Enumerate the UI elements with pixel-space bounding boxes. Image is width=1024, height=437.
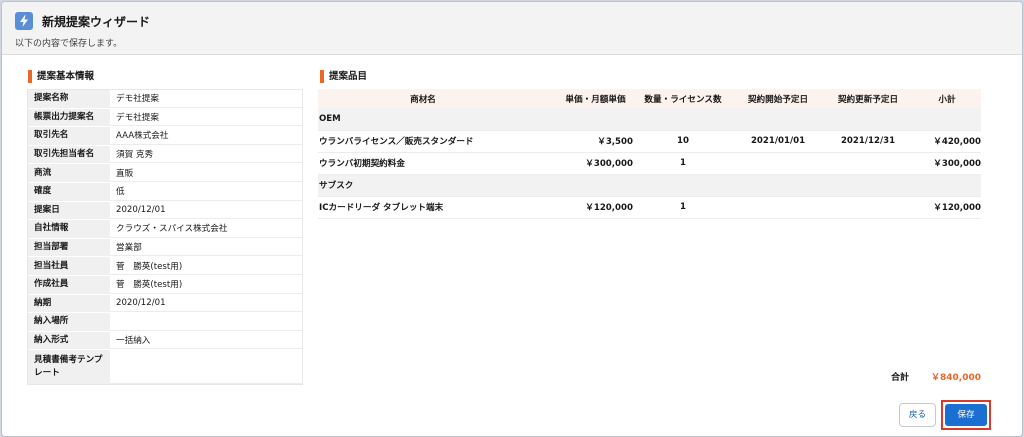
info-value: 一括納入 [110, 332, 302, 350]
items-header-row: 商材名 単価・月額単価 数量・ライセンス数 契約開始予定日 契約更新予定日 小計 [318, 89, 981, 108]
info-value [110, 350, 302, 385]
info-label: 納入形式 [28, 331, 110, 350]
item-price: ￥3,500 [528, 130, 633, 153]
item-row: ICカードリーダ タブレット端末 ￥120,000 1 ￥120,000 [318, 196, 981, 219]
item-subtotal: ￥420,000 [913, 130, 981, 153]
group-name: OEM [318, 108, 981, 131]
info-value: 菅 勝英(test用) [110, 257, 302, 275]
info-label: 提案日 [28, 201, 110, 220]
col-header-renew: 契約更新予定日 [823, 89, 913, 108]
item-qty: 1 [633, 196, 733, 219]
info-label: 取引先名 [28, 127, 110, 145]
item-row: ウランバライセンス／販売スタンダード ￥3,500 10 2021/01/01 2021… [318, 130, 981, 153]
item-start-date [733, 152, 823, 175]
info-value: 直販 [110, 164, 302, 182]
wizard-header: 新規提案ウィザード 以下の内容で保存します。 [2, 2, 1022, 55]
info-label: 作成社員 [28, 275, 110, 294]
total-label: 合計 [891, 373, 910, 383]
lightning-icon [15, 12, 33, 30]
wizard-title: 新規提案ウィザード [42, 15, 151, 29]
info-row: 納入場所 [28, 313, 302, 332]
info-value: 2020/12/01 [110, 202, 302, 220]
info-row: 見積書備考テンプレート [28, 350, 302, 385]
info-value: 営業部 [110, 239, 302, 257]
info-value [110, 313, 302, 331]
info-row: 帳票出力提案名 デモ社提案 [28, 108, 302, 128]
col-header-start: 契約開始予定日 [733, 89, 823, 108]
info-label: 担当部署 [28, 238, 110, 257]
item-renew-date: 2021/12/31 [823, 130, 913, 153]
col-header-subtotal: 小計 [913, 89, 981, 108]
item-renew-date [823, 196, 913, 219]
item-price: ￥120,000 [528, 196, 633, 219]
wizard-subtitle: 以下の内容で保存します。 [15, 39, 123, 49]
item-subtotal: ￥300,000 [913, 152, 981, 175]
info-row: 提案日 2020/12/01 [28, 201, 302, 221]
info-label: 納期 [28, 294, 110, 313]
info-value: デモ社提案 [110, 90, 302, 108]
item-row: ウランバ初期契約料金 ￥300,000 1 ￥300,000 [318, 152, 981, 175]
items-title: 提案品目 [320, 70, 367, 83]
info-row: 自社情報 クラウズ・スパイス株式会社 [28, 220, 302, 239]
info-row: 担当社員菅 勝英(test用) [28, 257, 302, 276]
info-row: 商流 直販 [28, 164, 302, 183]
info-value: AAA株式会社 [110, 127, 302, 145]
info-value: デモ社提案 [110, 109, 302, 127]
item-name: ウランバライセンス／販売スタンダード [318, 130, 528, 153]
info-row: 作成社員菅 勝英(test用) [28, 275, 302, 295]
info-row: 取引先担当者名 須賀 克秀 [28, 145, 302, 165]
item-qty: 1 [633, 152, 733, 175]
info-value: 低 [110, 183, 302, 201]
info-value: 須賀 克秀 [110, 146, 302, 164]
group-name: サブスク [318, 174, 981, 197]
item-subtotal: ￥120,000 [913, 196, 981, 219]
info-row: 取引先名 AAA株式会社 [28, 127, 302, 146]
info-label: 取引先担当者名 [28, 145, 110, 164]
item-qty: 10 [633, 130, 733, 153]
col-header-qty: 数量・ライセンス数 [633, 89, 733, 108]
info-value: クラウズ・スパイス株式会社 [110, 220, 302, 238]
info-label: 帳票出力提案名 [28, 108, 110, 127]
item-name: ICカードリーダ タブレット端末 [318, 196, 528, 219]
group-row: OEM [318, 108, 981, 131]
info-label: 納入場所 [28, 313, 110, 331]
total-value: ￥840,000 [931, 373, 981, 383]
back-button[interactable]: 戻る [899, 403, 936, 427]
info-row: 確度低 [28, 182, 302, 202]
group-row: サブスク [318, 174, 981, 197]
info-row: 担当部署 営業部 [28, 238, 302, 258]
info-value: 2020/12/01 [110, 295, 302, 313]
save-button[interactable]: 保存 [945, 404, 987, 426]
basic-info-table: 提案名称 デモ社提案 帳票出力提案名 デモ社提案 取引先名 AAA株式会社 取引先担当者名須… [27, 89, 303, 386]
col-header-product: 商材名 [318, 89, 528, 108]
info-label: 自社情報 [28, 220, 110, 238]
info-row: 納入形式 一括納入 [28, 331, 302, 351]
info-label: 商流 [28, 164, 110, 182]
info-label: 確度 [28, 182, 110, 201]
item-price: ￥300,000 [528, 152, 633, 175]
wizard-modal: 新規提案ウィザード 以下の内容で保存します。 提案基本情報 提案名称 デモ社提案帳… [1, 1, 1023, 437]
col-header-price: 単価・月額単価 [528, 89, 633, 108]
item-start-date: 2021/01/01 [733, 130, 823, 153]
info-value: 菅 勝英(test用) [110, 276, 302, 294]
info-label: 提案名称 [28, 90, 110, 108]
item-start-date [733, 196, 823, 219]
info-label: 見積書備考テンプレート [28, 350, 110, 385]
items-table: 商材名 単価・月額単価 数量・ライセンス数 契約開始予定日 契約更新予定日 小計… [318, 89, 981, 219]
basic-info-title: 提案基本情報 [28, 70, 94, 83]
info-row: 提案名称 デモ社提案 [28, 90, 302, 109]
info-label: 担当社員 [28, 257, 110, 275]
item-renew-date [823, 152, 913, 175]
item-name: ウランバ初期契約料金 [318, 152, 528, 175]
info-row: 納期 2020/12/01 [28, 294, 302, 314]
